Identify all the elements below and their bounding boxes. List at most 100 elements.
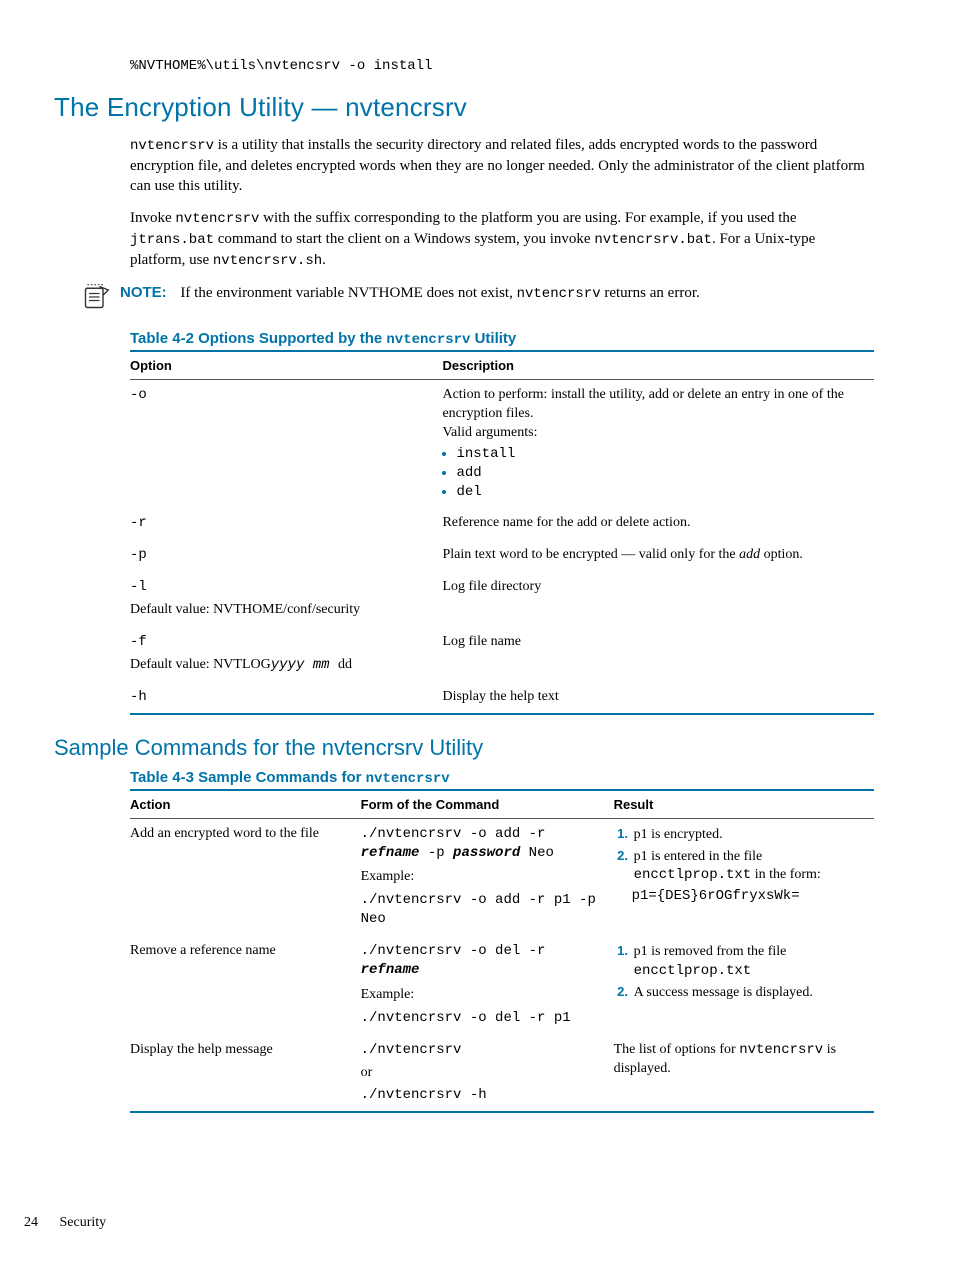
file-encctlprop: encctlprop.txt	[634, 867, 752, 883]
text: Action to perform: install the utility, …	[442, 387, 843, 421]
cell-result: p1 is removed from the file encctlprop.t…	[614, 936, 874, 1035]
text: with the suffix corresponding to the pla…	[259, 210, 796, 226]
table-row: -p Plain text word to be encrypted — val…	[130, 540, 874, 572]
table-row: -r Reference name for the add or delete …	[130, 508, 874, 540]
list-item: A success message is displayed.	[632, 983, 866, 1003]
caption-code: nvtencrsrv	[386, 332, 470, 348]
note-icon	[82, 283, 110, 316]
code-nvtencrsrv: nvtencrsrv	[739, 1042, 823, 1058]
table-row: -l Default value: NVTHOME/conf/security …	[130, 572, 874, 627]
note-block: NOTE: If the environment variable NVTHOM…	[82, 283, 874, 316]
cmd-arg-refname: refname	[361, 962, 420, 978]
caption-text: Table 4-3 Sample Commands for	[130, 769, 366, 786]
text: Default value: NVTLOG	[130, 657, 271, 672]
table-row: -h Display the help text	[130, 681, 874, 713]
option-f: -f	[130, 634, 147, 650]
option-p: -p	[130, 547, 147, 563]
cell-desc: Log file name	[442, 626, 874, 681]
arg-del: del	[456, 484, 481, 500]
page-number: 24	[24, 1215, 38, 1230]
th-description: Description	[442, 351, 874, 380]
example-cmd: ./nvtencrsrv -o del -r p1	[361, 1009, 606, 1028]
text: is a utility that installs the security …	[130, 137, 865, 194]
th-form: Form of the Command	[361, 790, 614, 819]
cell-desc: Display the help text	[442, 681, 874, 713]
text: dd	[338, 657, 352, 672]
cell-action: Add an encrypted word to the file	[130, 818, 361, 935]
text: The list of options for	[614, 1042, 740, 1057]
paragraph-invoke: Invoke nvtencrsrv with the suffix corres…	[130, 208, 874, 271]
default-value: Default value: NVTHOME/conf/security	[130, 601, 434, 620]
text: returns an error.	[601, 285, 700, 301]
example-label: Example:	[361, 986, 606, 1005]
cmd: ./nvtencrsrv -o add -r	[361, 826, 546, 842]
italic-date: yyyy mm	[271, 657, 338, 673]
file-encctlprop: encctlprop.txt	[634, 963, 752, 979]
text: command to start the client on a Windows…	[214, 231, 594, 247]
code-nvtencrsrv-sh: nvtencrsrv.sh	[213, 253, 322, 269]
table-row: -f Default value: NVTLOGyyyy mm dd Log f…	[130, 626, 874, 681]
table-row: Remove a reference name ./nvtencrsrv -o …	[130, 936, 874, 1035]
cell-form: ./nvtencrsrv or ./nvtencrsrv -h	[361, 1034, 614, 1112]
table-row: Display the help message ./nvtencrsrv or…	[130, 1034, 874, 1112]
code-nvtencrsrv-bat: nvtencrsrv.bat	[594, 232, 712, 248]
cell-form: ./nvtencrsrv -o add -r refname -p passwo…	[361, 818, 614, 935]
cell-action: Display the help message	[130, 1034, 361, 1112]
note-text: NOTE: If the environment variable NVTHOM…	[120, 283, 874, 304]
cell-desc: Action to perform: install the utility, …	[442, 380, 874, 508]
paragraph-utility-desc: nvtencrsrv is a utility that installs th…	[130, 135, 874, 196]
text: option.	[760, 547, 803, 562]
list-item: p1 is entered in the file encctlprop.txt…	[632, 847, 866, 886]
table-options: Option Description -o Action to perform:…	[130, 350, 874, 715]
cmd: -p	[419, 845, 453, 861]
list-item: del	[456, 483, 866, 502]
list-item: p1 is encrypted.	[632, 825, 866, 845]
cell-desc: Log file directory	[442, 572, 874, 627]
section-title-encryption-utility: The Encryption Utility — nvtencrsrv	[54, 92, 874, 123]
caption-text: Utility	[470, 330, 516, 347]
caption-text: Table 4-2 Options Supported by the	[130, 330, 386, 347]
list-item: add	[456, 464, 866, 483]
example-label: Example:	[361, 868, 606, 887]
th-action: Action	[130, 790, 361, 819]
text: If the environment variable NVTHOME does…	[180, 285, 516, 301]
list-item: p1 is removed from the file encctlprop.t…	[632, 942, 866, 981]
cell-desc: Reference name for the add or delete act…	[442, 508, 874, 540]
text: p1 is entered in the file	[634, 849, 763, 864]
table-row: -o Action to perform: install the utilit…	[130, 380, 874, 508]
cell-form: ./nvtencrsrv -o del -r refname Example: …	[361, 936, 614, 1035]
section-title-sample-commands: Sample Commands for the nvtencrsrv Utili…	[54, 735, 874, 761]
th-option: Option	[130, 351, 442, 380]
cell-result: p1 is encrypted. p1 is entered in the fi…	[614, 818, 874, 935]
top-command: %NVTHOME%\utils\nvtencsrv -o install	[130, 58, 874, 74]
table-sample-commands: Action Form of the Command Result Add an…	[130, 789, 874, 1114]
code-nvtencrsrv: nvtencrsrv	[175, 211, 259, 227]
text: Plain text word to be encrypted — valid …	[442, 547, 739, 562]
th-result: Result	[614, 790, 874, 819]
option-r: -r	[130, 515, 147, 531]
arg-install: install	[456, 446, 515, 462]
default-value: Default value: NVTLOGyyyy mm dd	[130, 656, 434, 675]
table-row: Add an encrypted word to the file ./nvte…	[130, 818, 874, 935]
page-footer: 24 Security	[24, 1215, 106, 1231]
cmd: ./nvtencrsrv	[361, 1041, 606, 1060]
option-l: -l	[130, 579, 147, 595]
arg-add: add	[456, 465, 481, 481]
example-cmd: ./nvtencrsrv -o add -r p1 -p Neo	[361, 891, 606, 929]
list-item: install	[456, 445, 866, 464]
cmd: ./nvtencrsrv -h	[361, 1086, 606, 1105]
table-caption-sample: Table 4-3 Sample Commands for nvtencrsrv	[130, 769, 874, 787]
note-label: NOTE:	[120, 284, 167, 301]
result-encoded: p1={DES}6rOGfryxsWk=	[632, 887, 866, 906]
footer-section: Security	[60, 1215, 107, 1230]
code-jtrans-bat: jtrans.bat	[130, 232, 214, 248]
text: in the form:	[751, 867, 821, 882]
option-h: -h	[130, 689, 147, 705]
cmd-arg-password: password	[453, 845, 520, 861]
italic-add: add	[739, 547, 760, 562]
text: .	[322, 252, 326, 268]
caption-code: nvtencrsrv	[366, 771, 450, 787]
code-nvtencrsrv: nvtencrsrv	[517, 286, 601, 302]
or-text: or	[361, 1064, 606, 1083]
cmd: ./nvtencrsrv -o del -r	[361, 943, 546, 959]
